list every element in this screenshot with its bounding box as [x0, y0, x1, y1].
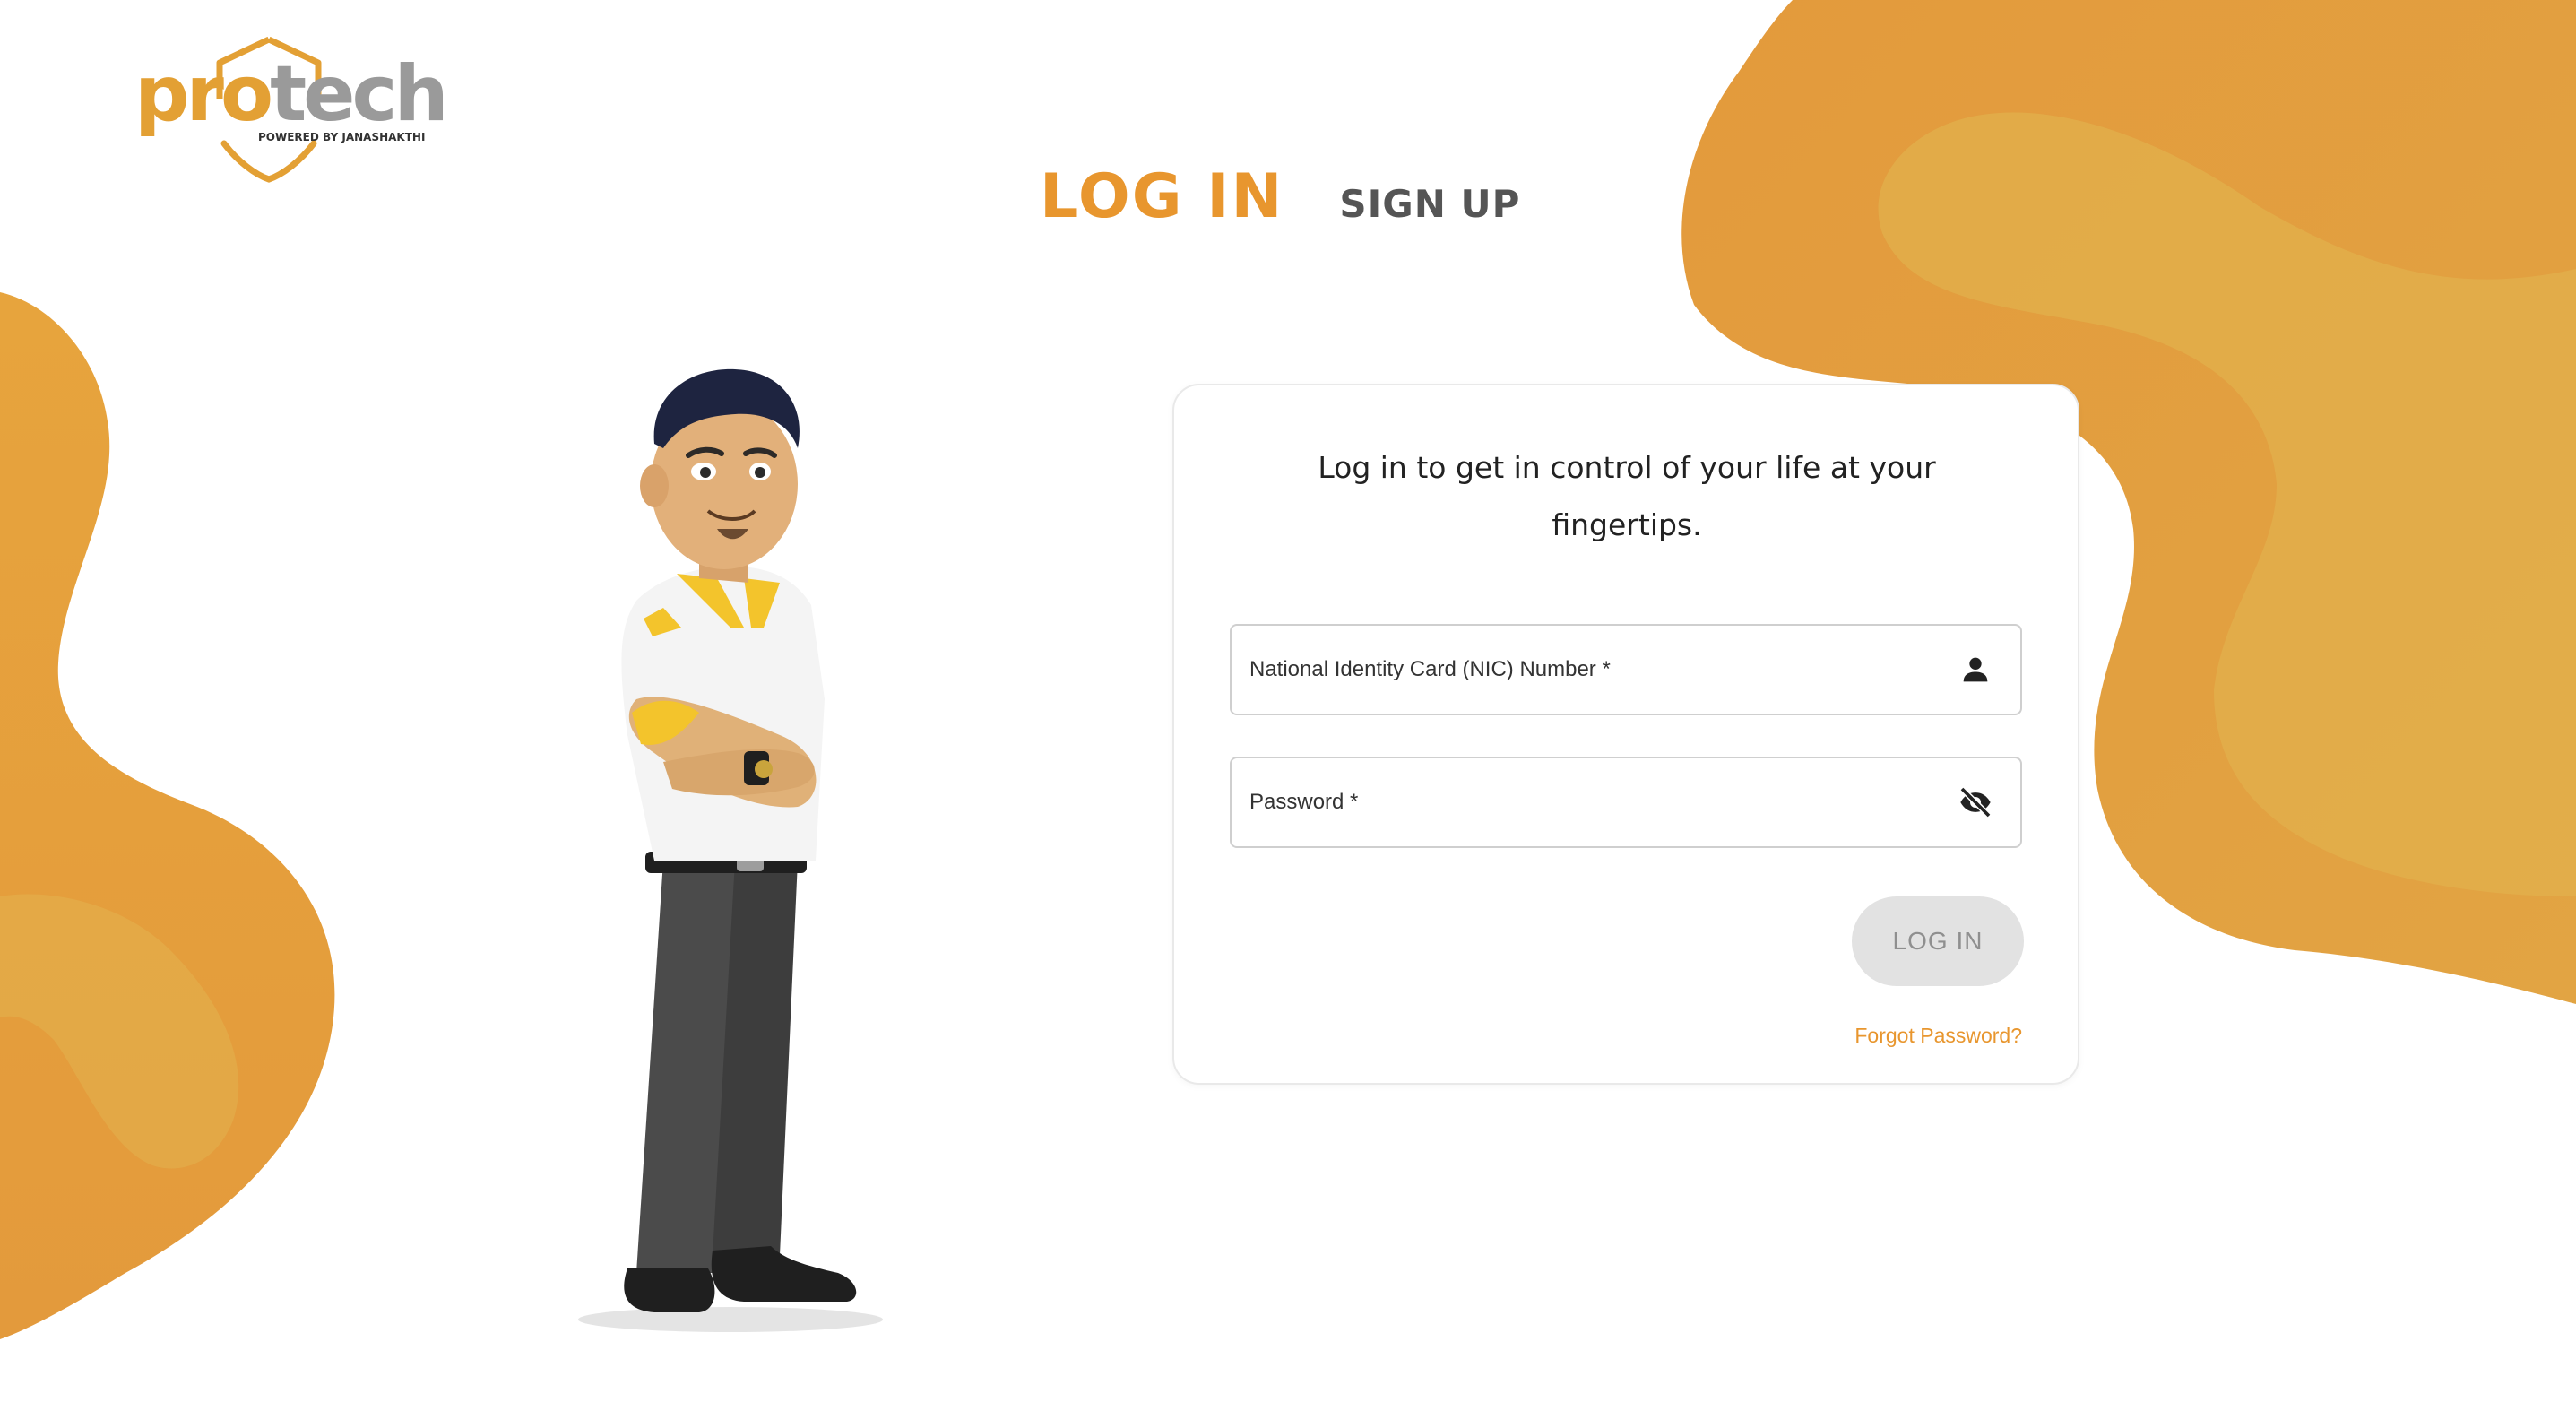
logo-wordmark-pro: pro — [134, 49, 273, 139]
login-intro-text: Log in to get in control of your life at… — [1318, 450, 1936, 542]
login-card: Log in to get in control of your life at… — [1172, 384, 2079, 1085]
logo-wordmark: protech — [134, 56, 449, 133]
forgot-password-link[interactable]: Forgot Password? — [1854, 1024, 2022, 1048]
person-icon — [1958, 652, 1993, 688]
protech-logo[interactable]: protech POWERED BY JANASHAKTHI — [134, 36, 449, 188]
nic-field[interactable]: National Identity Card (NIC) Number * — [1230, 624, 2022, 715]
eye-off-icon[interactable] — [1958, 784, 1993, 820]
left-blob-shape — [0, 292, 335, 1339]
tab-login[interactable]: LOG IN — [1040, 161, 1284, 232]
login-button[interactable]: LOG IN — [1852, 896, 2024, 986]
nic-input[interactable] — [1232, 626, 2020, 714]
mascot-illustration — [529, 359, 941, 1354]
logo-tagline: POWERED BY JANASHAKTHI — [258, 131, 426, 143]
tab-signup[interactable]: SIGN UP — [1339, 182, 1520, 226]
auth-tabs: LOG IN SIGN UP — [1040, 161, 1520, 232]
password-input[interactable] — [1232, 758, 2020, 846]
password-field[interactable]: Password * — [1230, 757, 2022, 848]
logo-wordmark-tech: tech — [270, 49, 449, 139]
